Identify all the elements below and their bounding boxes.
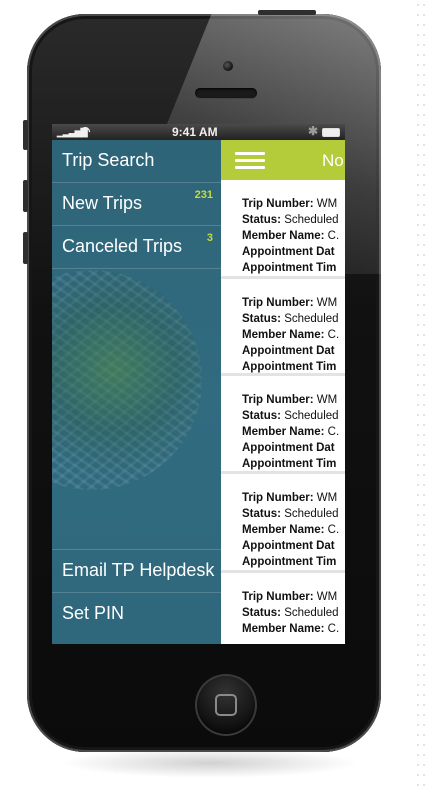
menu-item-canceled-trips[interactable]: Canceled Trips 3 [52, 226, 221, 269]
member-name-value: C. [327, 426, 340, 438]
status-label: Status: [242, 508, 281, 520]
trip-list-item[interactable]: Trip Number: WM Status: Scheduled Member… [221, 373, 345, 470]
page-title: No [322, 151, 344, 170]
trip-list-item[interactable]: Trip Number: WM Status: Scheduled Member… [221, 570, 345, 644]
wifi-icon: ◠ [80, 124, 91, 138]
menu-item-label: Canceled Trips [62, 236, 183, 256]
status-label: Status: [242, 214, 281, 226]
phone-screen: ▁▂▃▅▇ ◠ 9:41 AM ✱ Trip Search New Trips … [52, 124, 345, 644]
trip-number-label: Trip Number: [242, 591, 314, 603]
menu-item-new-trips[interactable]: New Trips 231 [52, 183, 221, 226]
status-label: Status: [242, 313, 281, 325]
trip-number-value: WM [316, 591, 338, 603]
member-name-label: Member Name: [242, 230, 325, 242]
side-menu: Trip Search New Trips 231 Canceled Trips… [52, 140, 221, 644]
volume-down-button[interactable] [23, 232, 28, 264]
trip-number-label: Trip Number: [242, 394, 314, 406]
status-label: Status: [242, 607, 281, 619]
status-value: Scheduled [284, 410, 339, 422]
appointment-date-label: Appointment Dat [242, 540, 335, 552]
earpiece-speaker [195, 88, 257, 98]
phone-shadow [60, 748, 360, 778]
trip-number-value: WM [316, 394, 338, 406]
member-name-label: Member Name: [242, 426, 325, 438]
new-trips-count-badge: 231 [194, 189, 213, 201]
status-value: Scheduled [284, 508, 339, 520]
status-value: Scheduled [284, 313, 339, 325]
volume-up-button[interactable] [23, 180, 28, 212]
trip-list-item[interactable]: Trip Number: WM Status: Scheduled Member… [221, 276, 345, 373]
trip-list-panel: No Trip Number: WM Status: Scheduled Mem… [221, 140, 345, 644]
trip-number-label: Trip Number: [242, 297, 314, 309]
status-value: Scheduled [284, 607, 339, 619]
bluetooth-icon: ✱ [308, 124, 319, 138]
menu-item-label: Set PIN [62, 603, 125, 623]
menu-item-label: New Trips [62, 193, 143, 213]
home-button[interactable] [195, 674, 257, 736]
globe-background-image [52, 270, 202, 490]
trip-number-label: Trip Number: [242, 198, 314, 210]
appointment-time-label: Appointment Tim [242, 556, 337, 568]
menu-item-trip-search[interactable]: Trip Search [52, 140, 221, 183]
appointment-time-label: Appointment Tim [242, 361, 337, 373]
mute-switch[interactable] [23, 120, 28, 150]
status-value: Scheduled [284, 214, 339, 226]
sleep-button[interactable] [258, 10, 316, 15]
status-time: 9:41 AM [172, 125, 218, 139]
dotted-edge-decoration [415, 0, 425, 787]
appointment-time-label: Appointment Tim [242, 458, 337, 470]
member-name-value: C. [327, 524, 340, 536]
appointment-date-label: Appointment Dat [242, 442, 335, 454]
trip-number-value: WM [316, 198, 338, 210]
menu-item-email-tp-helpdesk[interactable]: Email TP Helpdesk [52, 549, 221, 593]
top-app-bar: No [221, 140, 345, 180]
member-name-value: C. [327, 623, 340, 635]
trip-number-value: WM [316, 492, 338, 504]
front-camera-icon [223, 61, 233, 71]
appointment-time-label: Appointment Tim [242, 262, 337, 274]
trip-number-value: WM [316, 297, 338, 309]
member-name-label: Member Name: [242, 329, 325, 341]
menu-item-set-pin[interactable]: Set PIN [52, 593, 221, 635]
member-name-label: Member Name: [242, 623, 325, 635]
menu-item-label: Email TP Helpdesk [62, 560, 215, 580]
appointment-date-label: Appointment Dat [242, 246, 335, 258]
menu-item-label: Trip Search [62, 150, 155, 170]
member-name-value: C. [327, 230, 340, 242]
home-button-icon [215, 694, 237, 716]
status-label: Status: [242, 410, 281, 422]
trip-number-label: Trip Number: [242, 492, 314, 504]
battery-icon [322, 128, 340, 137]
member-name-label: Member Name: [242, 524, 325, 536]
member-name-value: C. [327, 329, 340, 341]
canceled-trips-count-badge: 3 [206, 232, 213, 244]
status-bar: ▁▂▃▅▇ ◠ 9:41 AM ✱ [52, 124, 345, 140]
trip-list-item[interactable]: Trip Number: WM Status: Scheduled Member… [221, 471, 345, 568]
hamburger-icon[interactable] [235, 152, 265, 170]
trip-list-item[interactable]: Trip Number: WM Status: Scheduled Member… [221, 180, 345, 274]
appointment-date-label: Appointment Dat [242, 345, 335, 357]
